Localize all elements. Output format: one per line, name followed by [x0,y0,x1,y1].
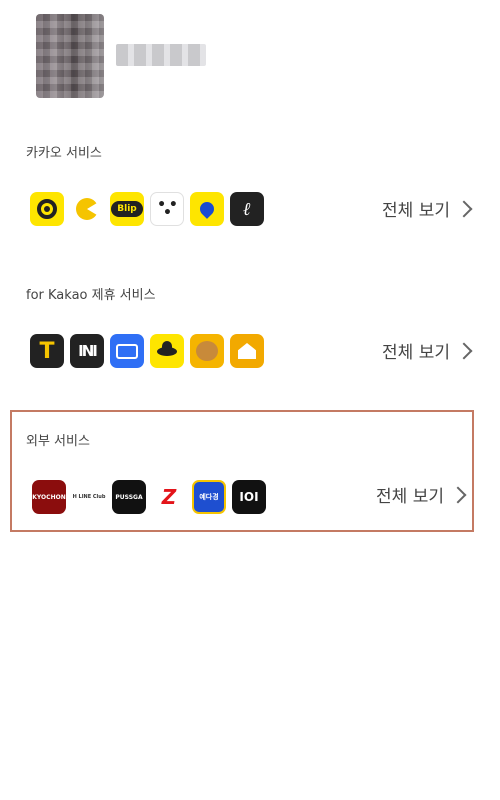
taxi-t-icon[interactable]: T [30,334,64,368]
profile-header [36,14,336,104]
character-portrait-icon[interactable]: 예다경 [192,480,226,514]
see-all-button[interactable]: 전체 보기 [376,482,467,507]
section-title: 외부 서비스 [26,434,90,449]
chevron-right-icon [449,486,467,503]
ioi-icon[interactable]: IOI [232,480,266,514]
rounded-rect-icon[interactable] [110,334,144,368]
zz-logo-icon[interactable]: Z [152,480,186,514]
see-all-button[interactable]: 전체 보기 [382,338,473,363]
profile-name [116,44,206,66]
section-title: for Kakao 제휴 서비스 [26,288,156,303]
pursuga-icon[interactable]: PUSSGA [112,480,146,514]
navi-icon[interactable]: INI [70,334,104,368]
see-all-label: 전체 보기 [376,487,444,507]
see-all-label: 전체 보기 [382,343,450,363]
chevron-right-icon [455,200,473,217]
kakao-t-eye-icon[interactable] [30,192,64,226]
ufo-icon[interactable] [150,334,184,368]
house-icon[interactable] [230,334,264,368]
kyochon-icon[interactable]: KYOCHON [32,480,66,514]
see-all-button[interactable]: 전체 보기 [382,196,473,221]
pen-signature-icon[interactable]: ℓ [230,192,264,226]
three-dots-icon[interactable]: • • • [150,192,184,226]
kakao-talk-bubble-icon[interactable]: Blip [110,192,144,226]
section-title: 카카오 서비스 [26,146,102,161]
chevron-right-icon [455,342,473,359]
avatar[interactable] [36,14,104,98]
bear-character-icon[interactable] [190,334,224,368]
app-icon-row: KYOCHON H LINE Club PUSSGA Z 예다경 IOI [32,480,266,514]
app-icon-row: T INI [30,334,264,368]
see-all-label: 전체 보기 [382,201,450,221]
pacman-game-icon[interactable] [70,192,104,226]
h-line-club-icon[interactable]: H LINE Club [72,480,106,514]
external-services-section: 외부 서비스 KYOCHON H LINE Club PUSSGA Z 예다경 … [10,410,474,532]
map-pin-icon[interactable] [190,192,224,226]
app-icon-row: Blip • • • ℓ [30,192,264,226]
